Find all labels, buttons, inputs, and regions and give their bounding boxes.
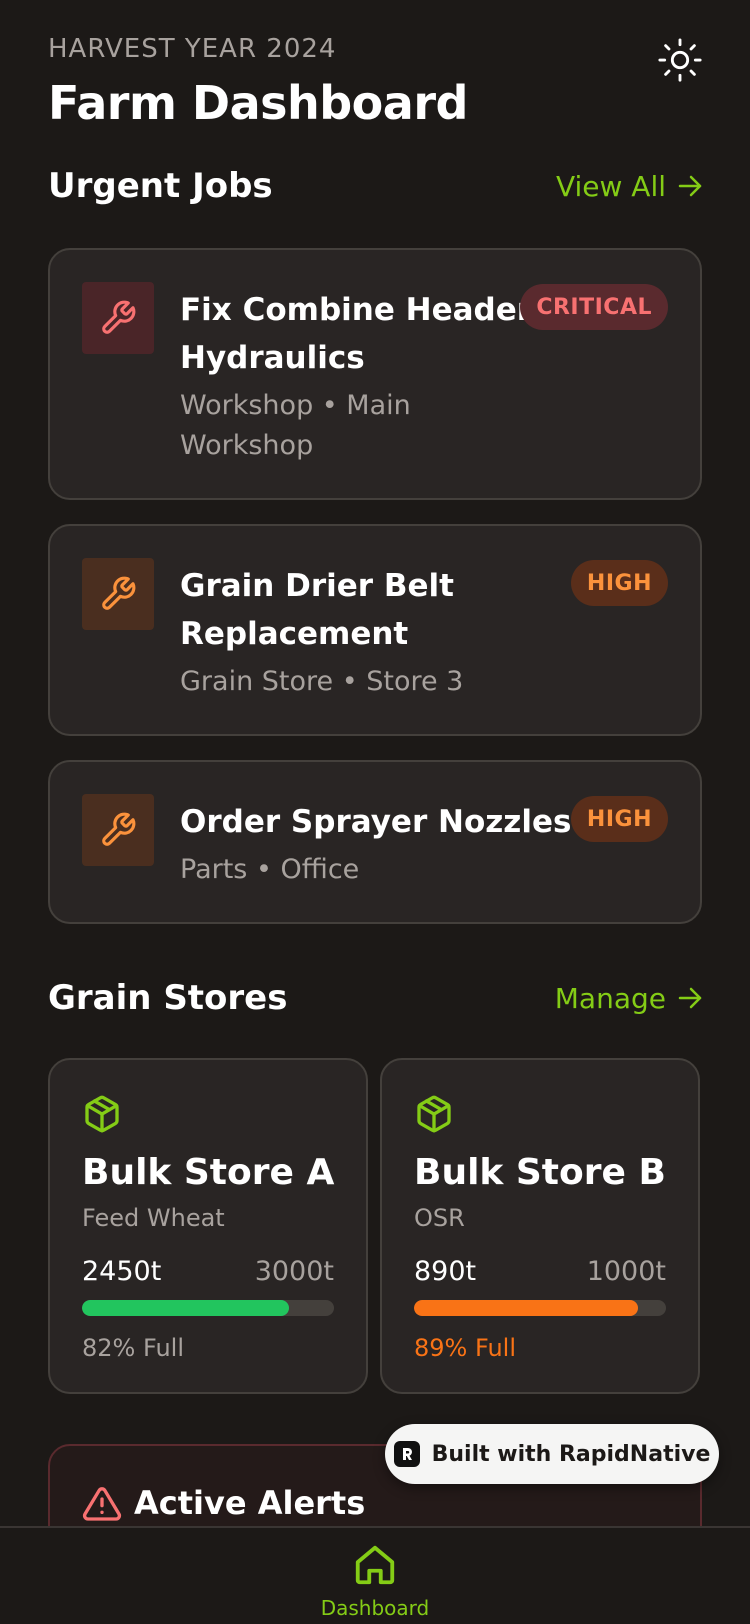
- job-meta-line: Workshop • Main: [180, 390, 411, 421]
- job-card[interactable]: Grain Drier Belt Replacement Grain Store…: [48, 524, 702, 736]
- wrench-icon: [102, 576, 136, 610]
- job-title-line: Hydraulics: [180, 340, 365, 376]
- job-meta-line: Workshop: [180, 430, 314, 461]
- store-crop: Feed Wheat: [82, 1204, 225, 1232]
- fill-bar-track: [414, 1300, 666, 1316]
- store-current: 890t: [414, 1256, 477, 1287]
- fill-bar: [414, 1300, 639, 1316]
- fill-bar: [82, 1300, 289, 1316]
- job-title-line: Grain Drier Belt: [180, 568, 454, 604]
- job-title: Grain Drier Belt Replacement: [180, 562, 463, 658]
- view-all-link[interactable]: View All: [556, 170, 704, 203]
- priority-badge: CRITICAL: [520, 284, 668, 330]
- priority-badge: HIGH: [570, 796, 668, 842]
- store-capacity: 1000t: [586, 1256, 666, 1287]
- built-with-badge[interactable]: Built with RapidNative: [385, 1424, 719, 1484]
- urgent-jobs-header: Urgent Jobs View All: [48, 166, 704, 206]
- arrow-right-icon: [678, 987, 702, 1009]
- page-title: Farm Dashboard: [48, 76, 468, 130]
- package-icon: [85, 1095, 119, 1133]
- job-text: Order Sprayer Nozzles Parts • Office: [180, 798, 571, 890]
- store-current: 2450t: [82, 1256, 162, 1287]
- job-icon-box: [82, 282, 154, 354]
- header: HARVEST YEAR 2024 Farm Dashboard: [48, 34, 704, 130]
- wrench-icon: [102, 300, 136, 334]
- manage-label: Manage: [554, 981, 666, 1015]
- store-quantities: 890t 1000t: [414, 1256, 666, 1287]
- job-meta: Workshop • Main Workshop: [180, 386, 532, 466]
- warning-triangle-icon: [82, 1487, 122, 1521]
- store-name: Bulk Store A: [82, 1152, 335, 1193]
- manage-link[interactable]: Manage: [555, 982, 704, 1015]
- job-meta: Parts • Office: [180, 854, 360, 885]
- job-title-line: Replacement: [180, 616, 409, 652]
- theme-toggle-button[interactable]: [656, 36, 704, 84]
- job-title-line: Fix Combine Header: [180, 292, 533, 328]
- job-text: Fix Combine Header Hydraulics Workshop •…: [180, 286, 532, 466]
- store-fill-percent: 82% Full: [82, 1334, 185, 1362]
- job-icon-box: [82, 794, 154, 866]
- store-crop: OSR: [414, 1204, 465, 1232]
- job-title: Order Sprayer Nozzles: [180, 804, 572, 840]
- rapidnative-logo-icon: [393, 1441, 420, 1467]
- grain-stores-title: Grain Stores: [48, 978, 288, 1018]
- job-card[interactable]: Fix Combine Header Hydraulics Workshop •…: [48, 248, 702, 500]
- built-with-label: Built with RapidNative: [431, 1441, 711, 1467]
- job-title: Fix Combine Header Hydraulics: [180, 286, 532, 382]
- bottom-tab-bar: Dashboard: [0, 1526, 750, 1624]
- store-name: Bulk Store B: [414, 1152, 666, 1193]
- job-icon-box: [82, 558, 154, 630]
- wrench-icon: [102, 812, 136, 846]
- job-meta: Grain Store • Store 3: [180, 666, 464, 697]
- store-card[interactable]: Bulk Store B OSR 890t 1000t 89% Full: [380, 1058, 700, 1394]
- sun-icon: [658, 38, 702, 82]
- grain-stores-scroller[interactable]: Bulk Store A Feed Wheat 2450t 3000t 82% …: [48, 1058, 702, 1398]
- arrow-right-icon: [678, 175, 702, 197]
- home-icon: [355, 1545, 395, 1585]
- store-fill-percent: 89% Full: [414, 1334, 517, 1362]
- job-card[interactable]: Order Sprayer Nozzles Parts • Office HIG…: [48, 760, 702, 924]
- store-quantities: 2450t 3000t: [82, 1256, 334, 1287]
- tab-dashboard[interactable]: Dashboard: [315, 1542, 435, 1620]
- tab-label: Dashboard: [320, 1596, 430, 1620]
- grain-stores-header: Grain Stores Manage: [48, 978, 704, 1018]
- priority-badge: HIGH: [570, 560, 668, 606]
- package-icon: [417, 1095, 451, 1133]
- job-text: Grain Drier Belt Replacement Grain Store…: [180, 562, 463, 702]
- harvest-year-label: HARVEST YEAR 2024: [48, 34, 337, 64]
- fill-bar-track: [82, 1300, 334, 1316]
- store-capacity: 3000t: [254, 1256, 334, 1287]
- store-card[interactable]: Bulk Store A Feed Wheat 2450t 3000t 82% …: [48, 1058, 368, 1394]
- farm-dashboard-screen: HARVEST YEAR 2024 Farm Dashboard Urgent …: [0, 0, 750, 1624]
- active-alerts-title: Active Alerts: [134, 1484, 366, 1522]
- urgent-jobs-title: Urgent Jobs: [48, 166, 273, 206]
- view-all-label: View All: [555, 169, 666, 203]
